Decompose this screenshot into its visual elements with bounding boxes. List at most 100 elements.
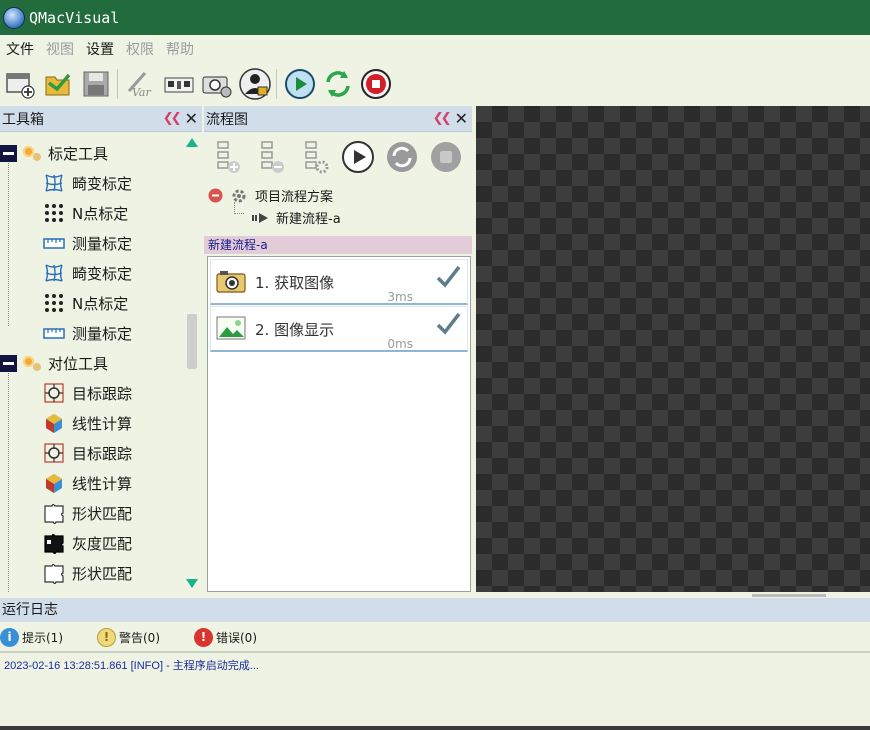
toolbox-item[interactable]: 目标跟踪 [42, 378, 132, 408]
flow-panel: 项目流程方案 新建流程-a 新建流程-a 1. 获取图像 3ms 2. 图像显示… [204, 134, 472, 592]
open-project-icon [45, 73, 71, 96]
menu-permissions[interactable]: 权限 [120, 39, 160, 59]
menu-file[interactable]: 文件 [0, 39, 40, 59]
flow-loop-button[interactable] [380, 137, 424, 177]
image-canvas[interactable] [476, 106, 870, 592]
app-title: QMacVisual [29, 8, 120, 27]
flow-run-button[interactable] [336, 137, 380, 177]
info-filter[interactable]: i 提示(1) [0, 627, 63, 647]
open-project-button[interactable] [40, 66, 76, 102]
minus-circle-icon[interactable] [208, 188, 223, 203]
stop-icon [361, 69, 391, 99]
run-once-button[interactable] [282, 66, 318, 102]
close-icon[interactable]: ✕ [185, 109, 198, 128]
toolbox-item[interactable]: 形状匹配 [42, 558, 132, 588]
toolbox-item[interactable]: N点标定 [42, 198, 128, 228]
info-icon: i [0, 627, 19, 647]
save-project-button[interactable] [78, 66, 114, 102]
toolbox-scrollbar[interactable] [184, 134, 200, 592]
toolbox-item[interactable]: 形状匹配 [42, 498, 132, 528]
menu-bar: 文件 视图 设置 权限 帮助 [0, 35, 870, 63]
flow-step[interactable]: 2. 图像显示 0ms [210, 306, 468, 352]
dot-grid-icon [42, 291, 66, 315]
scroll-up-icon[interactable] [186, 138, 198, 147]
toolbox-item[interactable]: 畸变标定 [42, 258, 132, 288]
scrollbar-thumb[interactable] [187, 314, 197, 369]
scrollbar-thumb[interactable] [752, 594, 826, 597]
camera-settings-button[interactable] [199, 66, 235, 102]
add-flow-button[interactable] [204, 137, 248, 177]
toolbox-item[interactable]: 测量标定 [42, 318, 132, 348]
flow-step-label: 1. 获取图像 [255, 274, 335, 292]
stop-icon [431, 142, 461, 172]
user-permission-button[interactable] [237, 66, 273, 102]
flow-arrow-icon [252, 212, 268, 223]
toolbox-item-label: 形状匹配 [72, 564, 133, 583]
toolbox-category-calibration[interactable]: 标定工具 [0, 138, 108, 168]
toolbox-item-label: 畸变标定 [72, 174, 133, 193]
flow-tab-active[interactable]: 新建流程-a [204, 236, 472, 254]
toolbox-header: 工具箱 ❮❮ ✕ [0, 106, 202, 132]
tree-line [234, 202, 244, 214]
solution-node[interactable]: 项目流程方案 [208, 186, 333, 205]
error-filter[interactable]: ! 错误(0) [194, 627, 257, 647]
new-project-button[interactable] [2, 66, 38, 102]
collapse-node-icon[interactable] [0, 354, 17, 372]
io-board-button[interactable] [161, 66, 197, 102]
warning-filter[interactable]: ! 警告(0) [97, 627, 160, 647]
variables-button[interactable]: Var [123, 66, 159, 102]
toolbox-item[interactable]: 线性计算 [42, 468, 132, 498]
menu-view[interactable]: 视图 [40, 39, 80, 59]
flow-stop-button[interactable] [424, 137, 468, 177]
toolbox-item[interactable]: 畸变标定 [42, 168, 132, 198]
close-icon[interactable]: ✕ [455, 109, 468, 128]
flow-step-time: 0ms [387, 337, 413, 351]
gear-cluster-icon [21, 143, 43, 163]
collapse-icon[interactable]: ❮❮ [433, 111, 452, 126]
flow-node[interactable]: 新建流程-a [252, 208, 341, 227]
toolbox-item-label: 测量标定 [72, 234, 133, 253]
flow-header: 流程图 ❮❮ ✕ [204, 106, 472, 132]
menu-settings[interactable]: 设置 [80, 39, 120, 59]
toolbox-item[interactable]: 测量标定 [42, 228, 132, 258]
toolbox-item[interactable]: 目标跟踪 [42, 438, 132, 468]
flow-step[interactable]: 1. 获取图像 3ms [210, 259, 468, 305]
ruler-icon [42, 321, 66, 345]
run-loop-button[interactable] [320, 66, 356, 102]
toolbox-item[interactable]: N点标定 [42, 288, 128, 318]
toolbox-category-alignment[interactable]: 对位工具 [0, 348, 108, 378]
variables-icon: Var [127, 72, 151, 99]
target-tracking-icon [42, 381, 66, 405]
toolbox-item-label: 测量标定 [72, 324, 133, 343]
checkmark-icon [436, 265, 461, 288]
run-loop-icon [326, 71, 350, 97]
linear-calc-icon [42, 411, 66, 435]
collapse-node-icon[interactable] [0, 144, 17, 162]
flow-step-label: 2. 图像显示 [255, 321, 335, 339]
toolbox-title: 工具箱 [2, 111, 44, 128]
menu-help[interactable]: 帮助 [160, 39, 200, 59]
remove-flow-button[interactable] [248, 137, 292, 177]
toolbox-item[interactable]: 灰度匹配 [42, 528, 132, 558]
log-line: 2023-02-16 13:28:51.861 [INFO] - 主程序启动完成… [4, 660, 259, 672]
window-bottom-edge [0, 726, 870, 730]
scroll-down-icon[interactable] [186, 579, 198, 588]
warning-filter-label: 警告(0) [119, 630, 160, 645]
remove-flow-icon [261, 141, 284, 173]
flow-settings-button[interactable] [292, 137, 336, 177]
loop-icon [387, 142, 417, 172]
log-filter-bar: i 提示(1) ! 警告(0) ! 错误(0) [0, 623, 870, 651]
save-project-icon [83, 71, 109, 97]
app-logo-icon [3, 6, 25, 29]
error-icon: ! [194, 627, 213, 647]
camera-icon [216, 271, 246, 293]
tree-line [8, 161, 9, 326]
collapse-icon[interactable]: ❮❮ [163, 111, 182, 126]
toolbox-item-label: 形状匹配 [72, 504, 133, 523]
stop-button[interactable] [358, 66, 394, 102]
main-toolbar: Var [0, 63, 870, 105]
play-icon [342, 141, 374, 173]
toolbar-separator [117, 69, 118, 99]
flow-step-list: 1. 获取图像 3ms 2. 图像显示 0ms [207, 256, 471, 592]
toolbox-item[interactable]: 线性计算 [42, 408, 132, 438]
